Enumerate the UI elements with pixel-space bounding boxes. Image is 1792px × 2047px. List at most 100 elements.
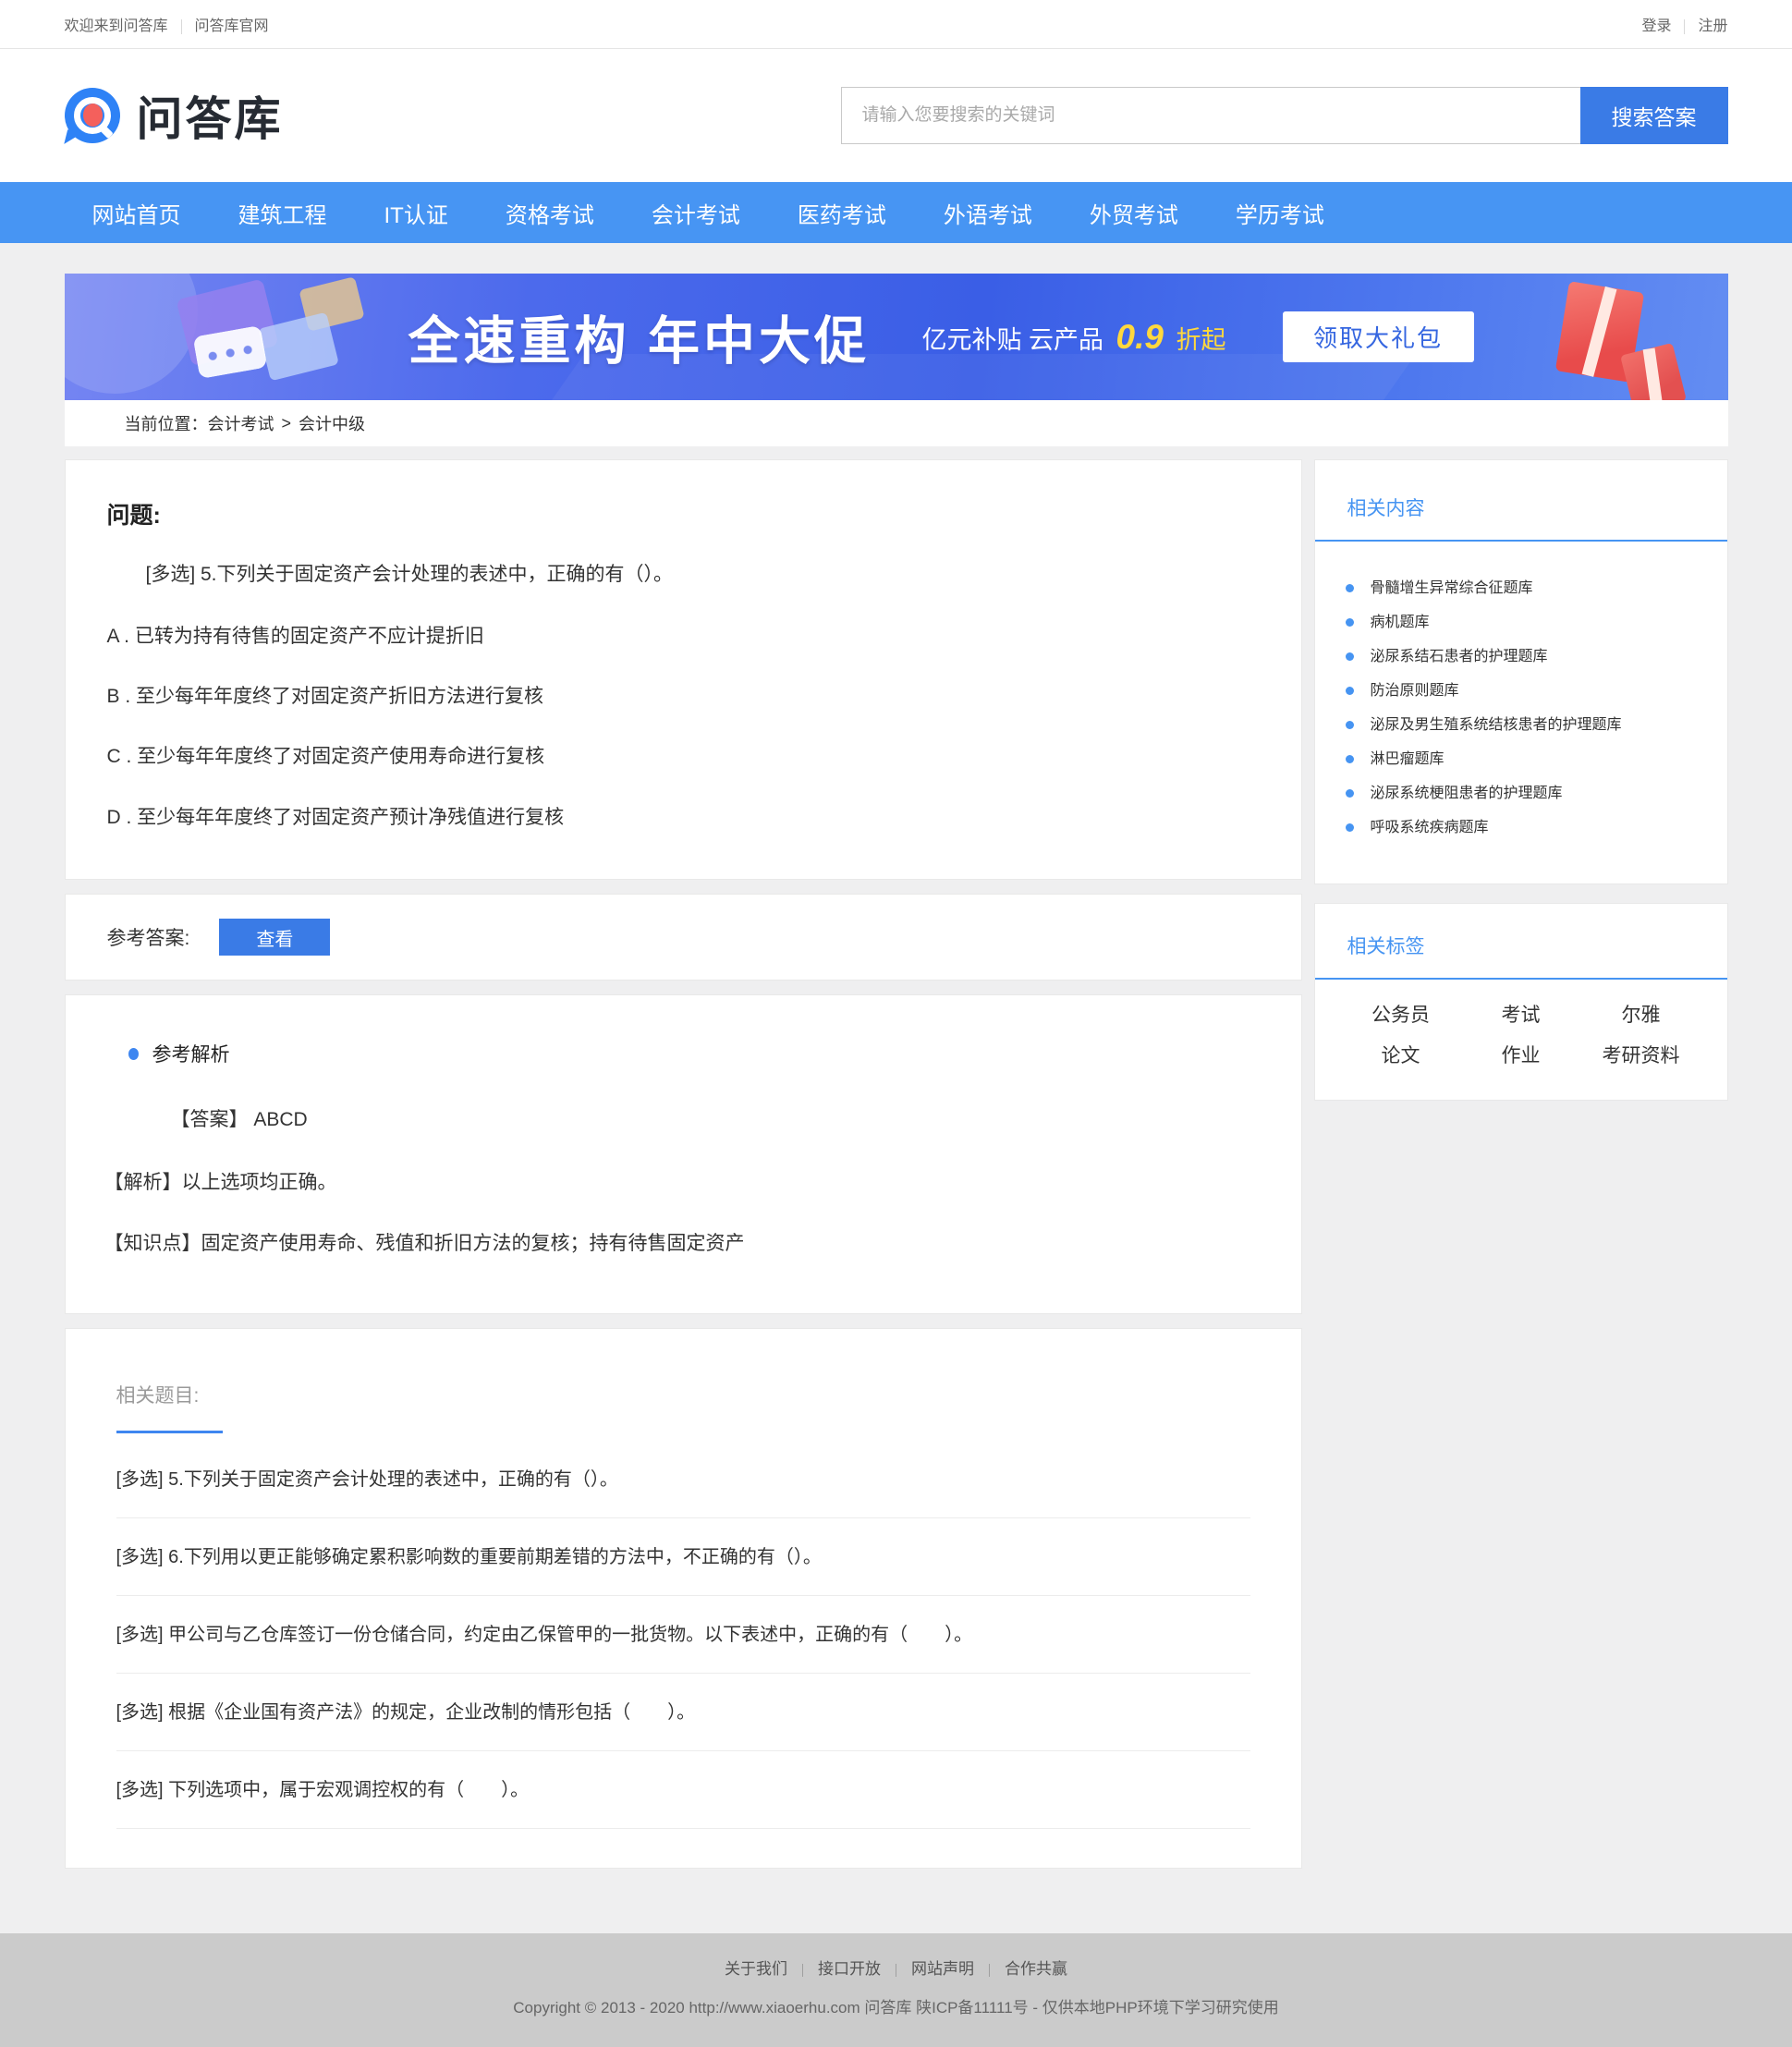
register-link[interactable]: 注册 bbox=[1698, 18, 1727, 34]
related-content-label: 泌尿系统梗阻患者的护理题库 bbox=[1371, 786, 1563, 801]
related-question-link[interactable]: [多选] 6.下列用以更正能够确定累积影响数的重要前期差错的方法中，不正确的有（… bbox=[116, 1518, 1250, 1596]
tag-link[interactable]: 考研资料 bbox=[1581, 1041, 1701, 1068]
analysis-card: 参考解析 【答案】 ABCD 【解析】以上选项均正确。 【知识点】固定资产使用寿… bbox=[65, 994, 1302, 1314]
breadcrumb-category[interactable]: 会计考试 bbox=[208, 411, 274, 435]
related-content-label: 淋巴瘤题库 bbox=[1371, 751, 1445, 767]
view-answer-button[interactable]: 查看 bbox=[219, 919, 330, 956]
footer-statement-link[interactable]: 网站声明 bbox=[911, 1960, 974, 1978]
related-content-link[interactable]: 淋巴瘤题库 bbox=[1343, 742, 1700, 776]
footer-about-link[interactable]: 关于我们 bbox=[725, 1960, 787, 1978]
breadcrumb-current[interactable]: 会计中级 bbox=[299, 411, 365, 435]
bullet-dot-icon bbox=[1346, 721, 1354, 729]
nav-item-it[interactable]: IT认证 bbox=[384, 197, 448, 229]
heading-underline bbox=[116, 1431, 223, 1433]
analysis-heading-row: 参考解析 bbox=[128, 1040, 1264, 1067]
related-content-title: 相关内容 bbox=[1315, 460, 1727, 540]
option-d: D . 至少每年年度终了对固定资产预计净残值进行复核 bbox=[107, 804, 1260, 831]
related-question-link[interactable]: [多选] 下列选项中，属于宏观调控权的有（ ）。 bbox=[116, 1751, 1250, 1829]
breadcrumb: 当前位置： 会计考试 > 会计中级 bbox=[65, 400, 1728, 446]
header: 问答库 搜索答案 bbox=[0, 49, 1792, 182]
tag-list: 公务员 考试 尔雅 论文 作业 考研资料 bbox=[1315, 980, 1727, 1100]
related-question-link[interactable]: [多选] 甲公司与乙仓库签订一份仓储合同，约定由乙保管甲的一批货物。以下表述中，… bbox=[116, 1596, 1250, 1674]
banner-promo-text: 亿元补贴 云产品 bbox=[922, 326, 1104, 354]
nav-item-construction[interactable]: 建筑工程 bbox=[238, 197, 327, 229]
footer-links: 关于我们 接口开放 网站声明 合作共赢 bbox=[0, 1956, 1792, 1979]
welcome-link[interactable]: 欢迎来到问答库 bbox=[65, 18, 168, 34]
footer-cooperation-link[interactable]: 合作共赢 bbox=[1005, 1960, 1067, 1978]
banner-illustration bbox=[65, 274, 453, 400]
related-content-label: 呼吸系统疾病题库 bbox=[1371, 820, 1489, 835]
related-content-link[interactable]: 骨髓增生异常综合征题库 bbox=[1343, 571, 1700, 605]
question-card: 问题: [多选] 5.下列关于固定资产会计处理的表述中，正确的有（）。 A . … bbox=[65, 459, 1302, 880]
related-content-list: 骨髓增生异常综合征题库 病机题库 泌尿系结石患者的护理题库 防治原则题库 泌尿及… bbox=[1315, 542, 1727, 883]
bullet-dot-icon bbox=[1346, 687, 1354, 695]
nav-item-foreign-language[interactable]: 外语考试 bbox=[944, 197, 1032, 229]
reference-answer-label: 参考答案: bbox=[107, 923, 190, 951]
tag-link[interactable]: 尔雅 bbox=[1581, 1000, 1701, 1028]
related-content-label: 病机题库 bbox=[1371, 615, 1430, 630]
bullet-dot-icon bbox=[128, 1048, 139, 1060]
reference-answer-card: 参考答案: 查看 bbox=[65, 894, 1302, 981]
search-bar: 搜索答案 bbox=[841, 87, 1728, 144]
analysis-explanation-line: 【解析】以上选项均正确。 bbox=[104, 1167, 1264, 1195]
banner-promo-suffix: 折起 bbox=[1176, 326, 1225, 354]
related-questions-list: [多选] 5.下列关于固定资产会计处理的表述中，正确的有（）。 [多选] 6.下… bbox=[116, 1441, 1250, 1829]
related-question-link[interactable]: [多选] 5.下列关于固定资产会计处理的表述中，正确的有（）。 bbox=[116, 1441, 1250, 1518]
related-content-link[interactable]: 病机题库 bbox=[1343, 605, 1700, 640]
nav-item-accounting[interactable]: 会计考试 bbox=[652, 197, 740, 229]
logo[interactable]: 问答库 bbox=[65, 82, 284, 149]
tag-link[interactable]: 公务员 bbox=[1341, 1000, 1461, 1028]
related-content-link[interactable]: 泌尿系统梗阻患者的护理题库 bbox=[1343, 776, 1700, 810]
nav-item-education[interactable]: 学历考试 bbox=[1236, 197, 1324, 229]
related-questions-card: 相关题目: [多选] 5.下列关于固定资产会计处理的表述中，正确的有（）。 [多… bbox=[65, 1328, 1302, 1869]
divider bbox=[181, 19, 182, 34]
nav-item-foreign-trade[interactable]: 外贸考试 bbox=[1090, 197, 1178, 229]
nav-item-home[interactable]: 网站首页 bbox=[92, 197, 181, 229]
bullet-dot-icon bbox=[1346, 823, 1354, 832]
analysis-answer-line: 【答案】 ABCD bbox=[171, 1104, 1264, 1132]
option-b: B . 至少每年年度终了对固定资产折旧方法进行复核 bbox=[107, 683, 1260, 710]
main-column: 问题: [多选] 5.下列关于固定资产会计处理的表述中，正确的有（）。 A . … bbox=[65, 459, 1302, 1869]
search-answer-button[interactable]: 搜索答案 bbox=[1580, 87, 1728, 144]
banner-title: 全速重构 年中大促 bbox=[408, 299, 871, 374]
related-content-link[interactable]: 防治原则题库 bbox=[1343, 674, 1700, 708]
bubble-tail-icon bbox=[64, 129, 81, 147]
banner-subtitle: 亿元补贴 云产品 0.9 折起 bbox=[922, 318, 1226, 357]
tag-link[interactable]: 考试 bbox=[1461, 1000, 1581, 1028]
related-question-link[interactable]: [多选] 根据《企业国有资产法》的规定，企业改制的情形包括（ ）。 bbox=[116, 1674, 1250, 1751]
breadcrumb-label: 当前位置： bbox=[125, 411, 208, 435]
divider bbox=[802, 1964, 803, 1977]
nav-item-medical[interactable]: 医药考试 bbox=[798, 197, 886, 229]
breadcrumb-separator: > bbox=[282, 414, 292, 433]
bullet-dot-icon bbox=[1346, 618, 1354, 627]
login-link[interactable]: 登录 bbox=[1641, 18, 1671, 34]
analysis-heading: 参考解析 bbox=[152, 1040, 230, 1067]
bullet-dot-icon bbox=[1346, 652, 1354, 661]
bullet-dot-icon bbox=[1346, 584, 1354, 592]
tag-link[interactable]: 作业 bbox=[1461, 1041, 1581, 1068]
divider bbox=[989, 1964, 990, 1977]
related-content-link[interactable]: 呼吸系统疾病题库 bbox=[1343, 810, 1700, 845]
bullet-dot-icon bbox=[1346, 755, 1354, 763]
q-dot-icon bbox=[83, 104, 103, 127]
logo-q-icon bbox=[65, 88, 120, 143]
main-nav: 网站首页 建筑工程 IT认证 资格考试 会计考试 医药考试 外语考试 外贸考试 … bbox=[0, 182, 1792, 243]
claim-gift-button[interactable]: 领取大礼包 bbox=[1283, 311, 1474, 362]
bullet-dot-icon bbox=[1346, 789, 1354, 798]
nav-item-qualification[interactable]: 资格考试 bbox=[506, 197, 594, 229]
promo-banner[interactable]: 全速重构 年中大促 亿元补贴 云产品 0.9 折起 领取大礼包 bbox=[65, 274, 1728, 400]
tag-link[interactable]: 论文 bbox=[1341, 1041, 1461, 1068]
question-stem: [多选] 5.下列关于固定资产会计处理的表述中，正确的有（）。 bbox=[146, 560, 1260, 590]
sidebar: 相关内容 骨髓增生异常综合征题库 病机题库 泌尿系结石患者的护理题库 防治原则题… bbox=[1314, 459, 1728, 1101]
related-tags-card: 相关标签 公务员 考试 尔雅 论文 作业 考研资料 bbox=[1314, 903, 1728, 1101]
portal-link[interactable]: 问答库官网 bbox=[195, 18, 269, 34]
search-input[interactable] bbox=[841, 87, 1580, 144]
related-content-link[interactable]: 泌尿系结石患者的护理题库 bbox=[1343, 640, 1700, 674]
question-heading: 问题: bbox=[107, 497, 1260, 530]
option-c: C . 至少每年年度终了对固定资产使用寿命进行复核 bbox=[107, 743, 1260, 770]
related-content-label: 泌尿及男生殖系统结核患者的护理题库 bbox=[1371, 717, 1622, 733]
logo-text: 问答库 bbox=[137, 82, 284, 149]
related-content-link[interactable]: 泌尿及男生殖系统结核患者的护理题库 bbox=[1343, 708, 1700, 742]
footer-api-link[interactable]: 接口开放 bbox=[818, 1960, 881, 1978]
divider bbox=[1684, 19, 1685, 34]
